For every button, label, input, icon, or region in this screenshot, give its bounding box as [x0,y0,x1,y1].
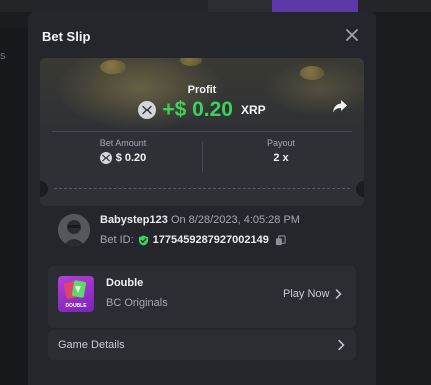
profit-amount: +$ 0.20 [162,98,233,121]
bet-amount-label: Bet Amount [99,138,147,148]
modal-header: Bet Slip [28,12,376,58]
profit-currency: XRP [240,103,266,117]
background-right-panel [376,12,431,385]
coin-decoration [300,66,324,80]
play-now-label: Play Now [283,288,330,300]
bet-amount-value: $ 0.20 [115,152,147,164]
shield-check-icon [138,234,148,246]
bettor-line: Babystep123 On 8/28/2023, 4:05:28 PM [100,214,300,226]
chevron-right-icon [336,289,343,299]
game-thumbnail: DOUBLE [58,276,94,312]
game-name: Double [106,277,144,289]
game-thumb-label: DOUBLE [65,303,87,309]
payout-label: Payout [266,138,296,148]
wallet-balance-button[interactable] [208,0,272,12]
deposit-button[interactable] [272,0,358,12]
avatar[interactable] [58,214,90,246]
play-now-button[interactable]: Play Now [283,288,343,300]
ticket-perforation [54,188,350,189]
username[interactable]: Babystep123 [100,214,168,226]
bet-amount-stat: Bet Amount $ 0.20 [48,138,198,164]
game-card[interactable]: DOUBLE Double BC Originals Play Now [48,266,356,328]
background-left-panel [0,28,28,385]
share-icon[interactable] [332,98,348,114]
xrp-icon [99,152,112,164]
coin-decoration [100,60,126,74]
game-details-label: Game Details [58,339,125,351]
profit-row: +$ 0.20 XRP [40,98,364,122]
game-details-row[interactable]: Game Details [48,330,356,360]
modal-title: Bet Slip [42,29,91,44]
close-icon[interactable] [344,27,360,43]
bet-slip-modal: Bet Slip Profit +$ 0.20 XRP Bet Amount $… [28,12,376,385]
ticket-notch-left [40,181,48,197]
ticket-notch-right [356,181,364,197]
game-provider: BC Originals [106,297,168,309]
chevron-right-icon [338,339,345,351]
copy-icon[interactable] [275,234,286,246]
bet-amount-value-row: $ 0.20 [48,152,198,164]
stat-separator [202,142,203,172]
payout-value: 2 x [273,152,289,164]
bet-id-line: Bet ID: 1775459287927002149 [100,234,286,246]
bettor-info: Babystep123 On 8/28/2023, 4:05:28 PM Bet… [40,206,364,268]
bet-timestamp: On 8/28/2023, 4:05:28 PM [170,214,300,226]
xrp-icon [138,101,157,119]
bet-id-label: Bet ID: [100,234,134,246]
ticket-divider [52,131,352,132]
payout-stat: Payout 2 x [206,138,356,164]
background-left-text: s [0,50,6,62]
payout-value-row: 2 x [206,152,356,164]
bet-id-value: 1775459287927002149 [152,234,269,246]
bet-ticket: Profit +$ 0.20 XRP Bet Amount $ 0.20 Pay… [40,58,364,206]
profit-label: Profit [187,84,217,96]
